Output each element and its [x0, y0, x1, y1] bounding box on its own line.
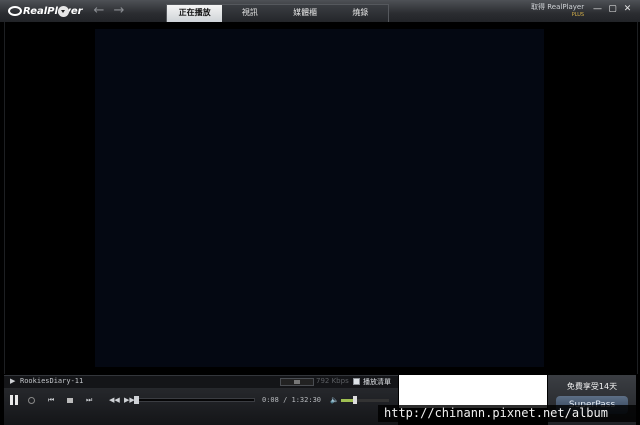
window-controls: — ▢ ✕ [593, 5, 632, 14]
pause-icon[interactable] [10, 395, 19, 405]
tab-library[interactable]: 媒體櫃 [278, 5, 333, 22]
clip-title: RookiesDiary-11 [20, 377, 84, 385]
record-icon[interactable] [28, 397, 35, 404]
tab-now-playing[interactable]: 正在播放 [167, 5, 223, 22]
play-icon[interactable]: ▶ [10, 377, 15, 385]
playlist-icon[interactable] [353, 378, 360, 385]
close-icon[interactable]: ✕ [623, 5, 632, 14]
previous-icon[interactable]: ⏮ [48, 396, 54, 404]
clip-info-bar: ▶ RookiesDiary-11 792 Kbps 播放清單 [4, 375, 398, 388]
logo-text: RealPlayer [23, 5, 83, 17]
title-bar: RealPlayer ← → 正在播放 視訊 媒體櫃 燒錄 取得 RealPla… [0, 0, 640, 22]
playlist-button[interactable]: 播放清單 [363, 377, 391, 387]
volume-slider[interactable] [341, 396, 389, 404]
promo-text: 取得 RealPlayer [531, 3, 585, 11]
stop-icon[interactable] [67, 398, 73, 403]
real-logo-icon [8, 6, 22, 16]
tab-video[interactable]: 視訊 [222, 5, 277, 22]
promo-plus: PLUS [571, 12, 585, 18]
bitrate-text: 792 Kbps [316, 377, 349, 385]
watermark-url: http://chinann.pixnet.net/album [384, 406, 608, 420]
minimize-icon[interactable]: — [593, 5, 602, 14]
rewind-icon[interactable]: ◀◀ [109, 396, 120, 404]
bitrate-icon [280, 378, 314, 386]
playback-controls: ⏮ ⏭ ◀◀ ▶▶ 0:08 / 1:32:30 🔈 [4, 388, 398, 425]
time-display: 0:08 / 1:32:30 [262, 396, 322, 404]
info-panel [399, 375, 547, 408]
realplayer-window: RealPlayer ← → 正在播放 視訊 媒體櫃 燒錄 取得 RealPla… [0, 0, 640, 425]
video-display[interactable] [95, 29, 544, 367]
watermark-bar: http://chinann.pixnet.net/album [378, 405, 640, 422]
volume-thumb[interactable] [353, 396, 357, 404]
tab-burn[interactable]: 燒錄 [333, 5, 388, 22]
volume-icon[interactable]: 🔈 [330, 396, 339, 404]
forward-arrow-icon[interactable]: → [110, 3, 128, 19]
main-tabs: 正在播放 視訊 媒體櫃 燒錄 [166, 4, 389, 22]
maximize-icon[interactable]: ▢ [608, 5, 617, 14]
seek-bar[interactable] [134, 396, 255, 404]
real-logo[interactable]: RealPlayer [8, 4, 83, 18]
menu-arrow-icon[interactable] [58, 6, 69, 17]
back-arrow-icon[interactable]: ← [90, 3, 108, 19]
next-icon[interactable]: ⏭ [86, 396, 92, 404]
realplayer-plus-promo[interactable]: 取得 RealPlayer PLUS [531, 3, 584, 19]
seek-thumb[interactable] [134, 396, 139, 404]
free-trial-text: 免費享受14天 [566, 382, 618, 391]
